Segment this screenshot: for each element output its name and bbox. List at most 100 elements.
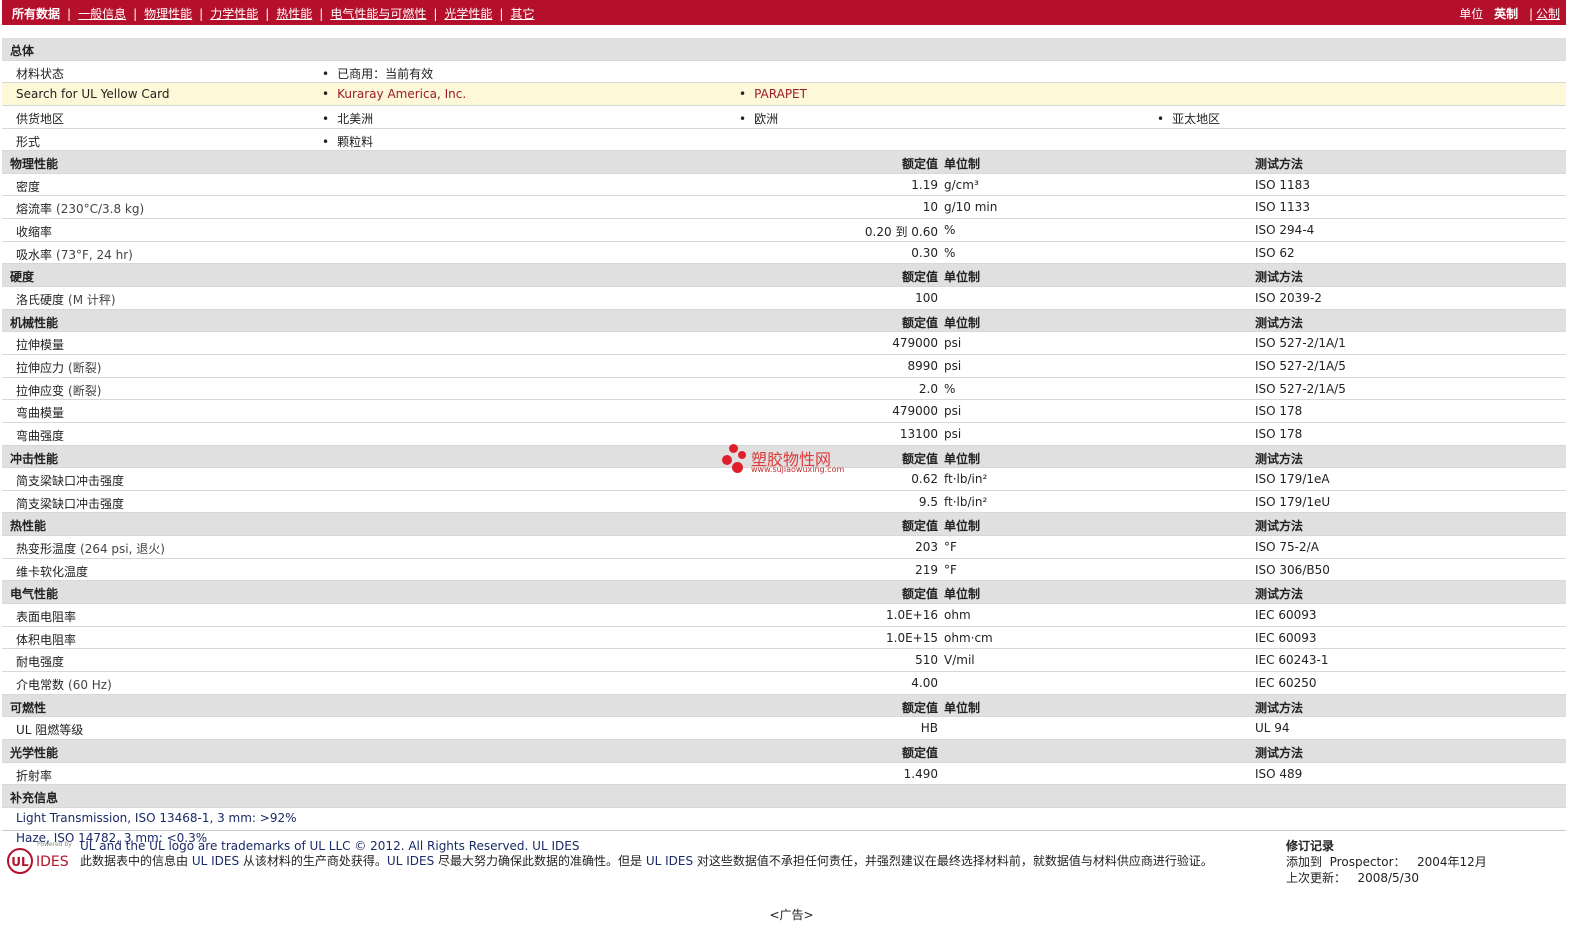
header-method: 测试方法 [1255, 270, 1304, 285]
ul-yellow-card-link[interactable]: Search for UL Yellow Card [16, 87, 169, 101]
test-method: IEC 60093 [1255, 630, 1317, 645]
section-nav: 所有数据 | 一般信息 | 物理性能 | 力学性能 | 热性能 | 电气性能与可燃性 | 光学性能 | 其它 [12, 7, 535, 21]
row-label: 材料状态 [16, 66, 65, 81]
header-nominal: 额定值 [901, 270, 938, 285]
section-title: 物理性能 [10, 157, 59, 172]
property-label: 洛氏硬度 (M 计秤) [16, 293, 116, 308]
ul-ides-logo-icon: UL Powered by IDES [7, 841, 72, 874]
property-label: 弯曲强度 [16, 428, 65, 443]
supply-region: 亚太地区 [1157, 110, 1220, 127]
property-row: 介电常数 (60 Hz) 4.00 IEC 60250 [2, 672, 1566, 695]
test-method: IEC 60093 [1255, 608, 1317, 623]
property-value: 13100 [899, 426, 938, 441]
ul-product-link[interactable]: PARAPET [739, 87, 807, 101]
nav-item[interactable]: 光学性能 [444, 7, 492, 21]
property-value: 100 [915, 291, 938, 306]
property-label: 熔流率 (230°C/3.8 kg) [16, 202, 145, 217]
trademark-text: UL and the UL logo are trademarks of UL … [80, 839, 580, 853]
form-value: 颗粒料 [322, 133, 373, 150]
header-method: 测试方法 [1255, 587, 1304, 602]
property-unit: ft·lb/in² [944, 472, 988, 487]
property-unit: ft·lb/in² [944, 494, 988, 509]
property-row: 维卡软化温度 219 °F ISO 306/B50 [2, 559, 1566, 582]
section-title: 补充信息 [10, 791, 59, 805]
header-method: 测试方法 [1255, 157, 1304, 172]
test-method: ISO 179/1eU [1255, 494, 1331, 509]
logo-powered-text: Powered by [37, 841, 72, 848]
property-label: UL 阻燃等级 [16, 723, 84, 738]
property-row: 吸水率 (73°F, 24 hr) 0.30% ISO 62 [2, 242, 1566, 265]
section-title: 光学性能 [10, 745, 59, 760]
nav-item[interactable]: 其它 [510, 7, 534, 21]
header-nominal: 额定值 [901, 519, 938, 534]
status-value: 已商用：当前有效 [322, 65, 433, 82]
section-title: 硬度 [10, 270, 35, 285]
header-unit: 单位制 [944, 587, 981, 602]
test-method: ISO 179/1eA [1255, 472, 1330, 487]
unit-metric-link[interactable]: 公制 [1536, 7, 1560, 21]
property-value: 8990 [907, 358, 938, 373]
section-header-supplement: 补充信息 [2, 785, 1566, 808]
supply-region: 欧洲 [739, 110, 778, 127]
property-value: 1.0E+16 [886, 608, 938, 623]
section-title: 热性能 [10, 519, 47, 534]
test-method: ISO 1183 [1255, 177, 1310, 192]
section-header: 电气性能 额定值 单位制 测试方法 [2, 581, 1566, 605]
property-label: 拉伸模量 [16, 338, 65, 353]
property-value: 0.30 [911, 245, 938, 260]
property-label: 维卡软化温度 [16, 564, 89, 579]
test-method: UL 94 [1255, 721, 1290, 736]
property-row: 洛氏硬度 (M 计秤) 100 ISO 2039-2 [2, 287, 1566, 310]
property-label: 耐电强度 [16, 655, 65, 670]
test-method: ISO 62 [1255, 245, 1295, 260]
test-method: ISO 527-2/1A/5 [1255, 381, 1346, 396]
section-header: 物理性能 额定值 单位制 测试方法 [2, 151, 1566, 174]
row-supply-region: 供货地区 北美洲 欧洲 亚太地区 [2, 106, 1566, 129]
property-label: 折射率 [16, 768, 53, 783]
property-label: 收缩率 [16, 225, 53, 240]
property-row: 拉伸应变 (断裂) 2.0% ISO 527-2/1A/5 [2, 378, 1566, 401]
property-condition: (60 Hz) [68, 677, 112, 692]
row-form: 形式 颗粒料 [2, 129, 1566, 152]
property-label: 拉伸应变 (断裂) [16, 383, 102, 398]
test-method: ISO 178 [1255, 404, 1303, 419]
test-method: ISO 294-4 [1255, 223, 1315, 238]
property-label: 密度 [16, 179, 41, 194]
logo-ides-text: IDES [36, 854, 69, 870]
header-method: 测试方法 [1255, 745, 1304, 760]
nav-item[interactable]: 物理性能 [144, 7, 192, 21]
property-unit: % [944, 223, 956, 238]
property-row: 体积电阻率 1.0E+15 ohm·cm IEC 60093 [2, 627, 1566, 650]
property-condition: (断裂) [68, 383, 102, 398]
property-label: 热变形温度 (264 psi, 退火) [16, 542, 165, 557]
property-condition: (230°C/3.8 kg) [56, 202, 145, 217]
test-method: ISO 489 [1255, 766, 1303, 781]
header-unit: 单位制 [944, 451, 981, 466]
ul-company-link[interactable]: Kuraray America, Inc. [322, 87, 466, 101]
property-row: 耐电强度 510 V/mil IEC 60243-1 [2, 649, 1566, 672]
header-method: 测试方法 [1255, 519, 1304, 534]
header-nominal: 额定值 [901, 315, 938, 330]
revision-updated: 上次更新： 2008/5/30 [1286, 871, 1419, 885]
section-header: 机械性能 额定值 单位制 测试方法 [2, 309, 1566, 333]
property-label: 拉伸应力 (断裂) [16, 360, 102, 375]
nav-item[interactable]: 一般信息 [78, 7, 126, 21]
unit-english[interactable]: 英制 [1494, 7, 1518, 21]
property-label: 简支梁缺口冲击强度 [16, 474, 125, 489]
property-condition: (73°F, 24 hr) [56, 247, 133, 262]
nav-item[interactable]: 电气性能与可燃性 [330, 7, 426, 21]
property-unit: g/cm³ [944, 177, 979, 192]
property-row: UL 阻燃等级 HB UL 94 [2, 717, 1566, 740]
datasheet-table: 总体 材料状态 已商用：当前有效 Search for UL Yellow Ca… [2, 38, 1566, 786]
property-row: 简支梁缺口冲击强度 9.5 ft·lb/in² ISO 179/1eU [2, 491, 1566, 514]
header-unit: 单位制 [944, 700, 981, 715]
header-nominal: 额定值 [901, 745, 938, 760]
row-ul-yellow-card: Search for UL Yellow Card Kuraray Americ… [2, 83, 1566, 106]
nav-item[interactable]: 所有数据 [12, 7, 60, 21]
property-value: HB [920, 721, 938, 736]
property-row: 密度 1.19 g/cm³ ISO 1183 [2, 174, 1566, 197]
nav-item[interactable]: 热性能 [276, 7, 312, 21]
property-label: 吸水率 (73°F, 24 hr) [16, 247, 133, 262]
nav-item[interactable]: 力学性能 [210, 7, 258, 21]
test-method: ISO 1133 [1255, 200, 1310, 215]
